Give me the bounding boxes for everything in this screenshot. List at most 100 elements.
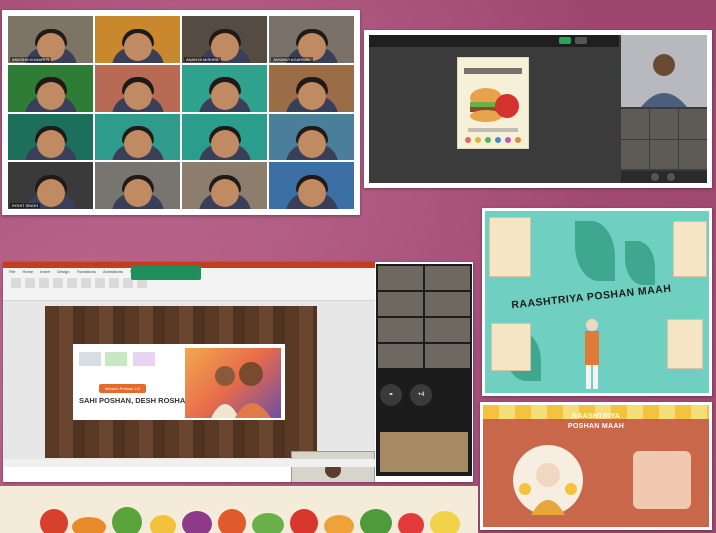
participant-thumbnail[interactable]: [621, 109, 649, 139]
new-slide-icon[interactable]: [25, 278, 35, 288]
camera-icon[interactable]: [667, 173, 675, 181]
participant-tile[interactable]: [182, 162, 267, 209]
participant-tile[interactable]: [269, 113, 354, 161]
woman-illustration: [489, 217, 531, 277]
apple-icon: [290, 509, 318, 533]
slide-title: SAHI POSHAN, DESH ROSHAN: [79, 396, 191, 405]
ppt-menu-item[interactable]: Design: [57, 269, 69, 274]
participant-face: [36, 81, 65, 110]
participant-name: ANUSHA KUMARI R: [10, 56, 52, 62]
participant-thumbnail[interactable]: [378, 292, 423, 316]
teal-poster: RAASHTRIYA POSHAN MAAH: [485, 211, 709, 393]
layout-icon[interactable]: [39, 278, 49, 288]
logo-school: [133, 352, 155, 366]
gallery-grid: [376, 264, 472, 370]
participant-name: ROHIT SINGH: [10, 203, 41, 208]
participant-tile[interactable]: [269, 64, 354, 112]
arrange-icon[interactable]: [109, 278, 119, 288]
participant-tile[interactable]: ROHIT SINGH: [8, 162, 93, 209]
participant-thumbnail[interactable]: [425, 292, 470, 316]
slide-canvas: Mission Poshan 2.0 SAHI POSHAN, DESH ROS…: [3, 301, 375, 482]
participant-face: [36, 179, 65, 208]
lettuce-icon: [360, 509, 392, 533]
participant-name: ANANYA MISHRA: [184, 56, 221, 62]
meeting-gallery: ⚭ +4: [376, 264, 472, 476]
leader-portrait: [513, 445, 583, 515]
participant-tile[interactable]: JAHANVI AGARWAL: [269, 16, 354, 63]
watermelon-icon: [398, 513, 424, 533]
participant-thumbnail[interactable]: [425, 318, 470, 342]
vegetable-border: [0, 486, 478, 533]
shared-screen-panel: [364, 30, 712, 188]
stop-sharing-button[interactable]: [559, 37, 571, 44]
participant-face: [297, 130, 326, 159]
participant-tile[interactable]: [95, 64, 180, 112]
corn-icon: [150, 515, 176, 533]
leaf-graphic: [625, 241, 655, 285]
participant-tile[interactable]: [95, 113, 180, 161]
participant-name: JAHANVI AGARWAL: [271, 56, 313, 62]
meeting-controls: [621, 171, 707, 183]
carrot-icon: [72, 517, 106, 533]
font-icon[interactable]: [53, 278, 63, 288]
participant-tile[interactable]: [95, 16, 180, 63]
ppt-menu-item[interactable]: Animations: [103, 269, 123, 274]
ppt-menu-item[interactable]: File: [9, 269, 15, 274]
tomato-icon: [40, 509, 68, 533]
participant-thumbnail[interactable]: [679, 109, 707, 139]
participant-tile[interactable]: [269, 162, 354, 209]
participant-face: [210, 179, 239, 208]
shapes-icon[interactable]: [95, 278, 105, 288]
participant-thumbnail[interactable]: [425, 266, 470, 290]
participant-thumbnail[interactable]: [378, 266, 423, 290]
paste-icon[interactable]: [11, 278, 21, 288]
participant-face: [210, 130, 239, 159]
participant-thumbnail[interactable]: [378, 318, 423, 342]
active-speaker-video: [621, 35, 707, 107]
ppt-menu-item[interactable]: Home: [22, 269, 33, 274]
pumpkin-icon: [218, 509, 246, 533]
shared-poster: [457, 57, 529, 149]
ppt-menu-item[interactable]: Insert: [40, 269, 50, 274]
cycling-illustration: [491, 323, 531, 371]
slide-wood-background: Mission Poshan 2.0 SAHI POSHAN, DESH ROS…: [45, 306, 317, 458]
participant-thumbnail[interactable]: [679, 139, 707, 169]
classroom-video: [380, 432, 468, 472]
align-icon[interactable]: [81, 278, 91, 288]
participant-tile[interactable]: [8, 113, 93, 161]
teal-poster-panel: RAASHTRIYA POSHAN MAAH: [482, 208, 712, 396]
participant-face: [123, 130, 152, 159]
ppt-menu-item[interactable]: Transitions: [77, 269, 96, 274]
burger-apple-graphic: [464, 68, 522, 143]
headphone-icon[interactable]: ⚭: [380, 384, 402, 406]
participant-grid: ANUSHA KUMARI R ANANYA MISHRA JAHANVI AGAR…: [8, 16, 354, 209]
participant-tile[interactable]: ANANYA MISHRA: [182, 16, 267, 63]
participant-thumbnail[interactable]: [650, 109, 678, 139]
hide-button[interactable]: [575, 37, 587, 44]
participant-face: [123, 32, 152, 61]
participant-face: [297, 81, 326, 110]
participant-thumbnails[interactable]: [621, 109, 707, 169]
mic-icon[interactable]: [651, 173, 659, 181]
logo-poshan: [105, 352, 127, 366]
presentation-panel: File Home Insert Design Transitions Animation…: [3, 262, 473, 482]
participant-thumbnail[interactable]: [650, 139, 678, 169]
more-participants-button[interactable]: +4: [410, 384, 432, 406]
poster-title-line1: RAASHTRIYA: [571, 413, 621, 420]
participant-tile[interactable]: [182, 64, 267, 112]
bold-icon[interactable]: [67, 278, 77, 288]
participant-tile[interactable]: [95, 162, 180, 209]
gallery-controls: ⚭ +4: [380, 384, 432, 406]
shared-screen: [369, 35, 707, 183]
sharing-banner[interactable]: [131, 266, 201, 280]
participant-face: [297, 179, 326, 208]
food-bowl-illustration: [633, 451, 691, 509]
participant-tile[interactable]: [182, 113, 267, 161]
participant-thumbnail[interactable]: [621, 139, 649, 169]
participant-face: [36, 130, 65, 159]
participant-tile[interactable]: [8, 64, 93, 112]
participant-tile[interactable]: ANUSHA KUMARI R: [8, 16, 93, 63]
child-illustration: [667, 319, 703, 369]
participant-thumbnail[interactable]: [425, 344, 470, 368]
participant-thumbnail[interactable]: [378, 344, 423, 368]
